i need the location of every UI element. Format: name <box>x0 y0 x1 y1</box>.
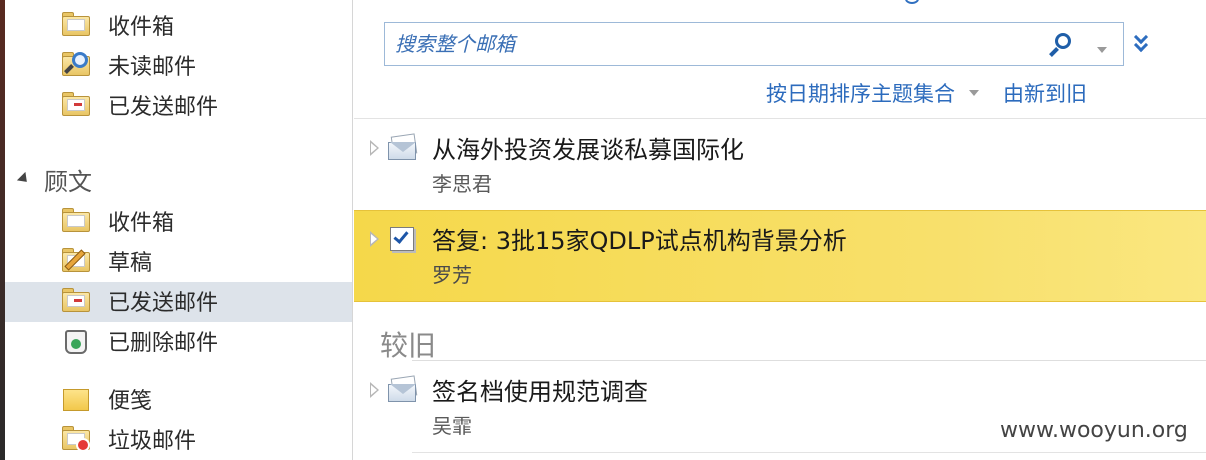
search-box[interactable] <box>384 22 1124 66</box>
sent-folder-icon <box>60 90 94 120</box>
sort-order-button[interactable]: 由新到旧 <box>1003 78 1087 108</box>
account-name: 顾文 <box>44 167 92 196</box>
chevron-down-icon[interactable] <box>969 90 979 96</box>
folder-inbox[interactable]: 收件箱 <box>60 6 350 44</box>
folder-inbox[interactable]: 收件箱 <box>60 202 350 240</box>
folder-label: 收件箱 <box>108 211 175 236</box>
sort-bar: 按日期排序主题集合 由新到旧 <box>766 78 1087 108</box>
envelope-open-icon <box>386 132 418 160</box>
junk-folder-icon <box>60 424 94 454</box>
folder-label: 已发送邮件 <box>108 95 219 120</box>
mail-list-pane: 按日期排序主题集合 由新到旧 从海外投资发展谈私募国际化 李思君 答复: 3批1… <box>354 0 1206 460</box>
task-check-icon <box>386 223 418 251</box>
refresh-icon <box>905 0 919 4</box>
folder-label: 收件箱 <box>108 15 175 40</box>
mail-subject: 签名档使用规范调查 <box>432 378 648 406</box>
arrange-by-button[interactable]: 按日期排序主题集合 <box>766 78 955 108</box>
expand-conversation-icon[interactable] <box>370 140 379 156</box>
mail-sender: 李思君 <box>432 172 492 196</box>
folder-label: 已发送邮件 <box>108 291 219 316</box>
mail-sender: 吴霏 <box>432 414 472 438</box>
search-icon[interactable] <box>1049 33 1073 57</box>
inbox-folder-icon <box>60 206 94 236</box>
folder-label: 便笺 <box>108 389 153 414</box>
folder-notes[interactable]: 便笺 <box>60 380 350 418</box>
window-edge <box>0 0 5 460</box>
folder-deleted[interactable]: 已删除邮件 <box>60 322 350 360</box>
sent-folder-icon <box>60 286 94 316</box>
mail-sender: 罗芳 <box>432 263 472 287</box>
folder-sent[interactable]: 已发送邮件 <box>60 86 350 124</box>
mail-subject: 从海外投资发展谈私募国际化 <box>432 136 744 164</box>
search-input[interactable] <box>385 24 1025 64</box>
inbox-folder-icon <box>60 10 94 40</box>
folder-sent[interactable]: 已发送邮件 <box>60 282 350 320</box>
collapse-triangle-icon[interactable] <box>16 171 32 187</box>
folder-unread[interactable]: 未读邮件 <box>60 46 350 84</box>
account-group-header[interactable]: 顾文 <box>16 161 92 197</box>
mail-subject: 答复: 3批15家QDLP试点机构背景分析 <box>432 227 847 255</box>
folder-drafts[interactable]: 草稿 <box>60 242 350 280</box>
drafts-folder-icon <box>60 246 94 276</box>
folder-label: 垃圾邮件 <box>108 429 197 454</box>
folder-label: 草稿 <box>108 251 153 276</box>
divider <box>354 118 1206 119</box>
watermark-text: www.wooyun.org <box>1000 418 1188 443</box>
folder-pane: 收件箱 未读邮件 已发送邮件 顾文 收件箱 草稿 已发送邮件 已删除邮件 便笺 … <box>0 0 353 460</box>
folder-label: 已删除邮件 <box>108 331 219 356</box>
recycle-bin-icon <box>60 326 94 356</box>
expand-conversation-icon[interactable] <box>370 231 379 247</box>
expand-search-icon[interactable] <box>1133 29 1150 54</box>
mail-item[interactable]: 从海外投资发展谈私募国际化 李思君 <box>354 120 1206 210</box>
divider <box>412 452 1206 453</box>
chevron-down-icon[interactable] <box>1097 47 1107 53</box>
envelope-open-icon <box>386 374 418 402</box>
search-folder-icon <box>60 50 94 80</box>
expand-conversation-icon[interactable] <box>370 382 379 398</box>
mail-item-selected[interactable]: 答复: 3批15家QDLP试点机构背景分析 罗芳 <box>354 210 1206 302</box>
folder-label: 未读邮件 <box>108 55 197 80</box>
section-header-older: 较旧 <box>380 329 437 362</box>
folder-junk[interactable]: 垃圾邮件 <box>60 420 350 458</box>
notes-icon <box>60 384 94 414</box>
divider <box>412 360 1206 361</box>
